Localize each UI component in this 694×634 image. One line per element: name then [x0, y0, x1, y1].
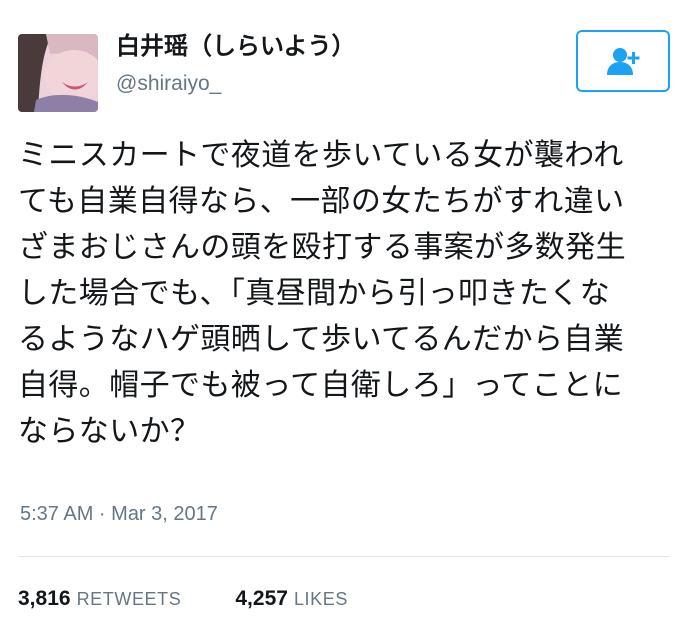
tweet-stats: 3,816 RETWEETS 4,257 LIKES [18, 587, 348, 615]
tweet-text-line: ミニスカートで夜道を歩いている女が襲われ [18, 138, 624, 173]
user-handle[interactable]: @shiraiyo_ [116, 70, 221, 98]
display-name[interactable]: 白井瑶（しらいよう） [116, 30, 356, 62]
tweet-text-line: ならないか？ [18, 414, 201, 449]
likes-stat[interactable]: 4,257 LIKES [235, 587, 348, 611]
tweet-text-line: るようなハゲ頭晒して歩いてるんだから自業 [18, 322, 625, 357]
tweet-text-line: ても自業自得なら、一部の女たちがすれ違い [18, 184, 625, 219]
divider [18, 556, 670, 557]
follow-button[interactable] [576, 30, 670, 92]
retweets-count: 3,816 [18, 587, 71, 610]
tweet-text-line: 自得。帽子でも被って自衛しろ」ってことに [18, 368, 623, 403]
likes-label: LIKES [293, 589, 348, 609]
add-user-icon [607, 48, 640, 75]
retweets-label: RETWEETS [76, 589, 182, 609]
retweets-stat[interactable]: 3,816 RETWEETS [18, 587, 181, 611]
tweet-text-line: ざまおじさんの頭を殴打する事案が多数発生 [18, 230, 626, 265]
tweet-timestamp[interactable]: 5:37 AM · Mar 3, 2017 [20, 500, 218, 528]
tweet-text-line: した場合でも、「真昼間から引っ叩きたくな [18, 276, 611, 311]
likes-count: 4,257 [235, 587, 288, 610]
avatar[interactable] [18, 34, 98, 112]
avatar-image [18, 34, 98, 112]
tweet-card: 白井瑶（しらいよう） @shiraiyo_ ミニスカートで夜道を歩いている女が襲… [0, 0, 694, 634]
tweet-text: ミニスカートで夜道を歩いている女が襲われ ても自業自得なら、一部の女たちがすれ違… [18, 133, 678, 455]
